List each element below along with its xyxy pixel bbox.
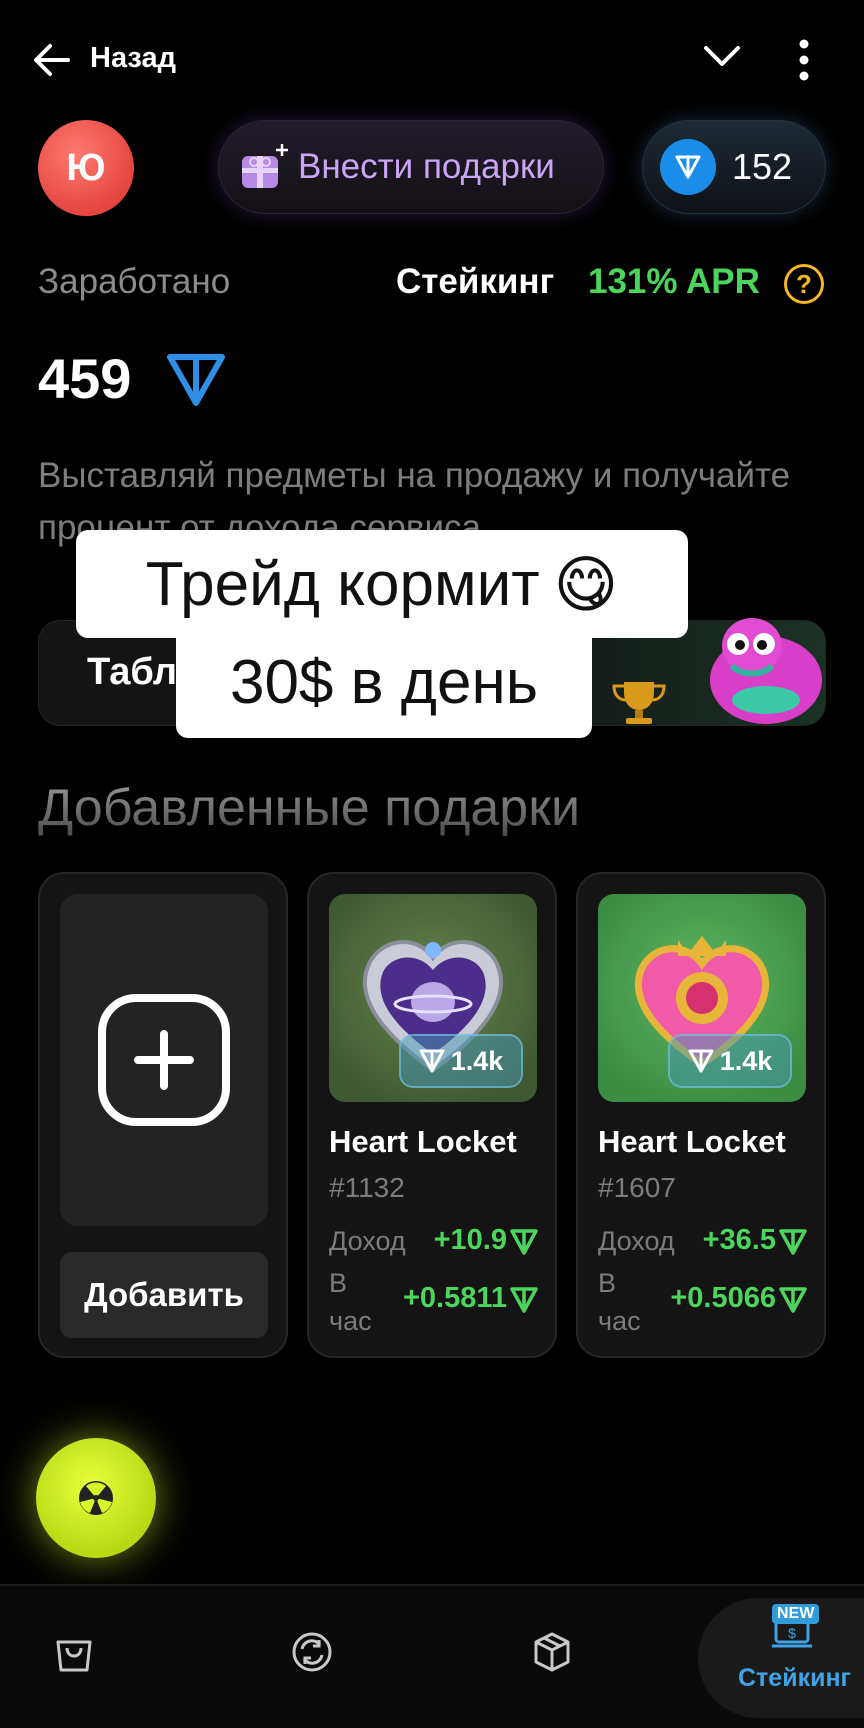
- back-arrow-icon[interactable]: [30, 38, 74, 82]
- frog-sticker-icon: [710, 618, 822, 724]
- income-label: Доход: [329, 1226, 406, 1256]
- gift-card[interactable]: 1.4k Heart Locket #1607 Доход +36.5 В ча…: [576, 872, 826, 1358]
- avatar-letter: Ю: [66, 146, 106, 189]
- staking-label: Стейкинг: [396, 262, 555, 301]
- gift-image: 1.4k: [598, 894, 806, 1102]
- caption-line-2: 30$ в день: [176, 626, 592, 738]
- deposit-gifts-button[interactable]: Внести подарки: [218, 120, 604, 214]
- chevron-down-icon[interactable]: [700, 40, 744, 76]
- avatar[interactable]: Ю: [38, 120, 134, 216]
- price-value: 1.4k: [719, 1045, 773, 1076]
- back-button[interactable]: Назад: [90, 42, 176, 75]
- caption-line-1-text: Трейд кормит: [145, 549, 540, 619]
- income-label: Доход: [598, 1226, 675, 1256]
- gift-name: Heart Locket: [598, 1124, 786, 1159]
- add-gift-area[interactable]: [60, 894, 268, 1226]
- svg-text:$: $: [788, 1625, 796, 1641]
- per-hour-value: +0.5811: [402, 1282, 507, 1314]
- help-icon[interactable]: ?: [784, 264, 824, 304]
- income-value: +36.5: [702, 1224, 776, 1256]
- ton-green-icon: [510, 1229, 538, 1255]
- ton-green-icon: [779, 1229, 807, 1255]
- gift-plus-icon: [242, 144, 288, 188]
- income-value: +10.9: [433, 1224, 507, 1256]
- add-button[interactable]: Добавить: [60, 1252, 268, 1338]
- earned-label: Заработано: [38, 262, 231, 301]
- wheel-icon: [79, 1481, 113, 1515]
- gift-image: 1.4k: [329, 894, 537, 1102]
- per-hour-label: В час: [598, 1268, 641, 1336]
- add-gift-card[interactable]: Добавить: [38, 872, 288, 1358]
- section-title: Добавленные подарки: [38, 779, 581, 837]
- gift-name: Heart Locket: [329, 1124, 517, 1159]
- price-badge: 1.4k: [668, 1034, 792, 1088]
- new-badge: NEW: [772, 1604, 820, 1624]
- balance-value: 152: [732, 146, 793, 187]
- ton-balance[interactable]: 152: [642, 120, 826, 214]
- gift-number: #1607: [598, 1172, 676, 1203]
- ton-icon: [167, 354, 225, 406]
- emoji-icon: 😋: [553, 550, 619, 620]
- trade-icon[interactable]: [290, 1630, 334, 1674]
- wheel-fab-button[interactable]: [36, 1438, 156, 1558]
- gift-number: #1132: [329, 1172, 405, 1203]
- gift-card[interactable]: 1.4k Heart Locket #1132 Доход +10.9 В ча…: [307, 872, 557, 1358]
- shop-icon[interactable]: [52, 1630, 96, 1674]
- ton-green-icon: [510, 1287, 538, 1313]
- caption-line-1: Трейд кормит 😋: [76, 530, 688, 638]
- trophy-icon: [612, 682, 666, 724]
- apr-value: 131% APR: [588, 262, 760, 301]
- price-badge: 1.4k: [399, 1034, 523, 1088]
- ton-icon: [688, 1049, 714, 1073]
- price-value: 1.4k: [450, 1045, 504, 1076]
- ton-green-icon: [779, 1287, 807, 1313]
- ton-coin-icon: [660, 139, 716, 195]
- nav-staking-label[interactable]: Стейкинг: [738, 1664, 851, 1693]
- per-hour-value: +0.5066: [670, 1282, 776, 1314]
- inventory-icon[interactable]: [530, 1630, 574, 1674]
- leaderboard-title: Табл: [87, 651, 178, 693]
- ton-icon: [419, 1049, 445, 1073]
- more-menu-icon[interactable]: [790, 36, 818, 84]
- deposit-gifts-label: Внести подарки: [298, 147, 555, 186]
- per-hour-label: В час: [329, 1268, 372, 1336]
- earned-value: 459: [38, 347, 132, 410]
- plus-square-icon: [98, 994, 230, 1126]
